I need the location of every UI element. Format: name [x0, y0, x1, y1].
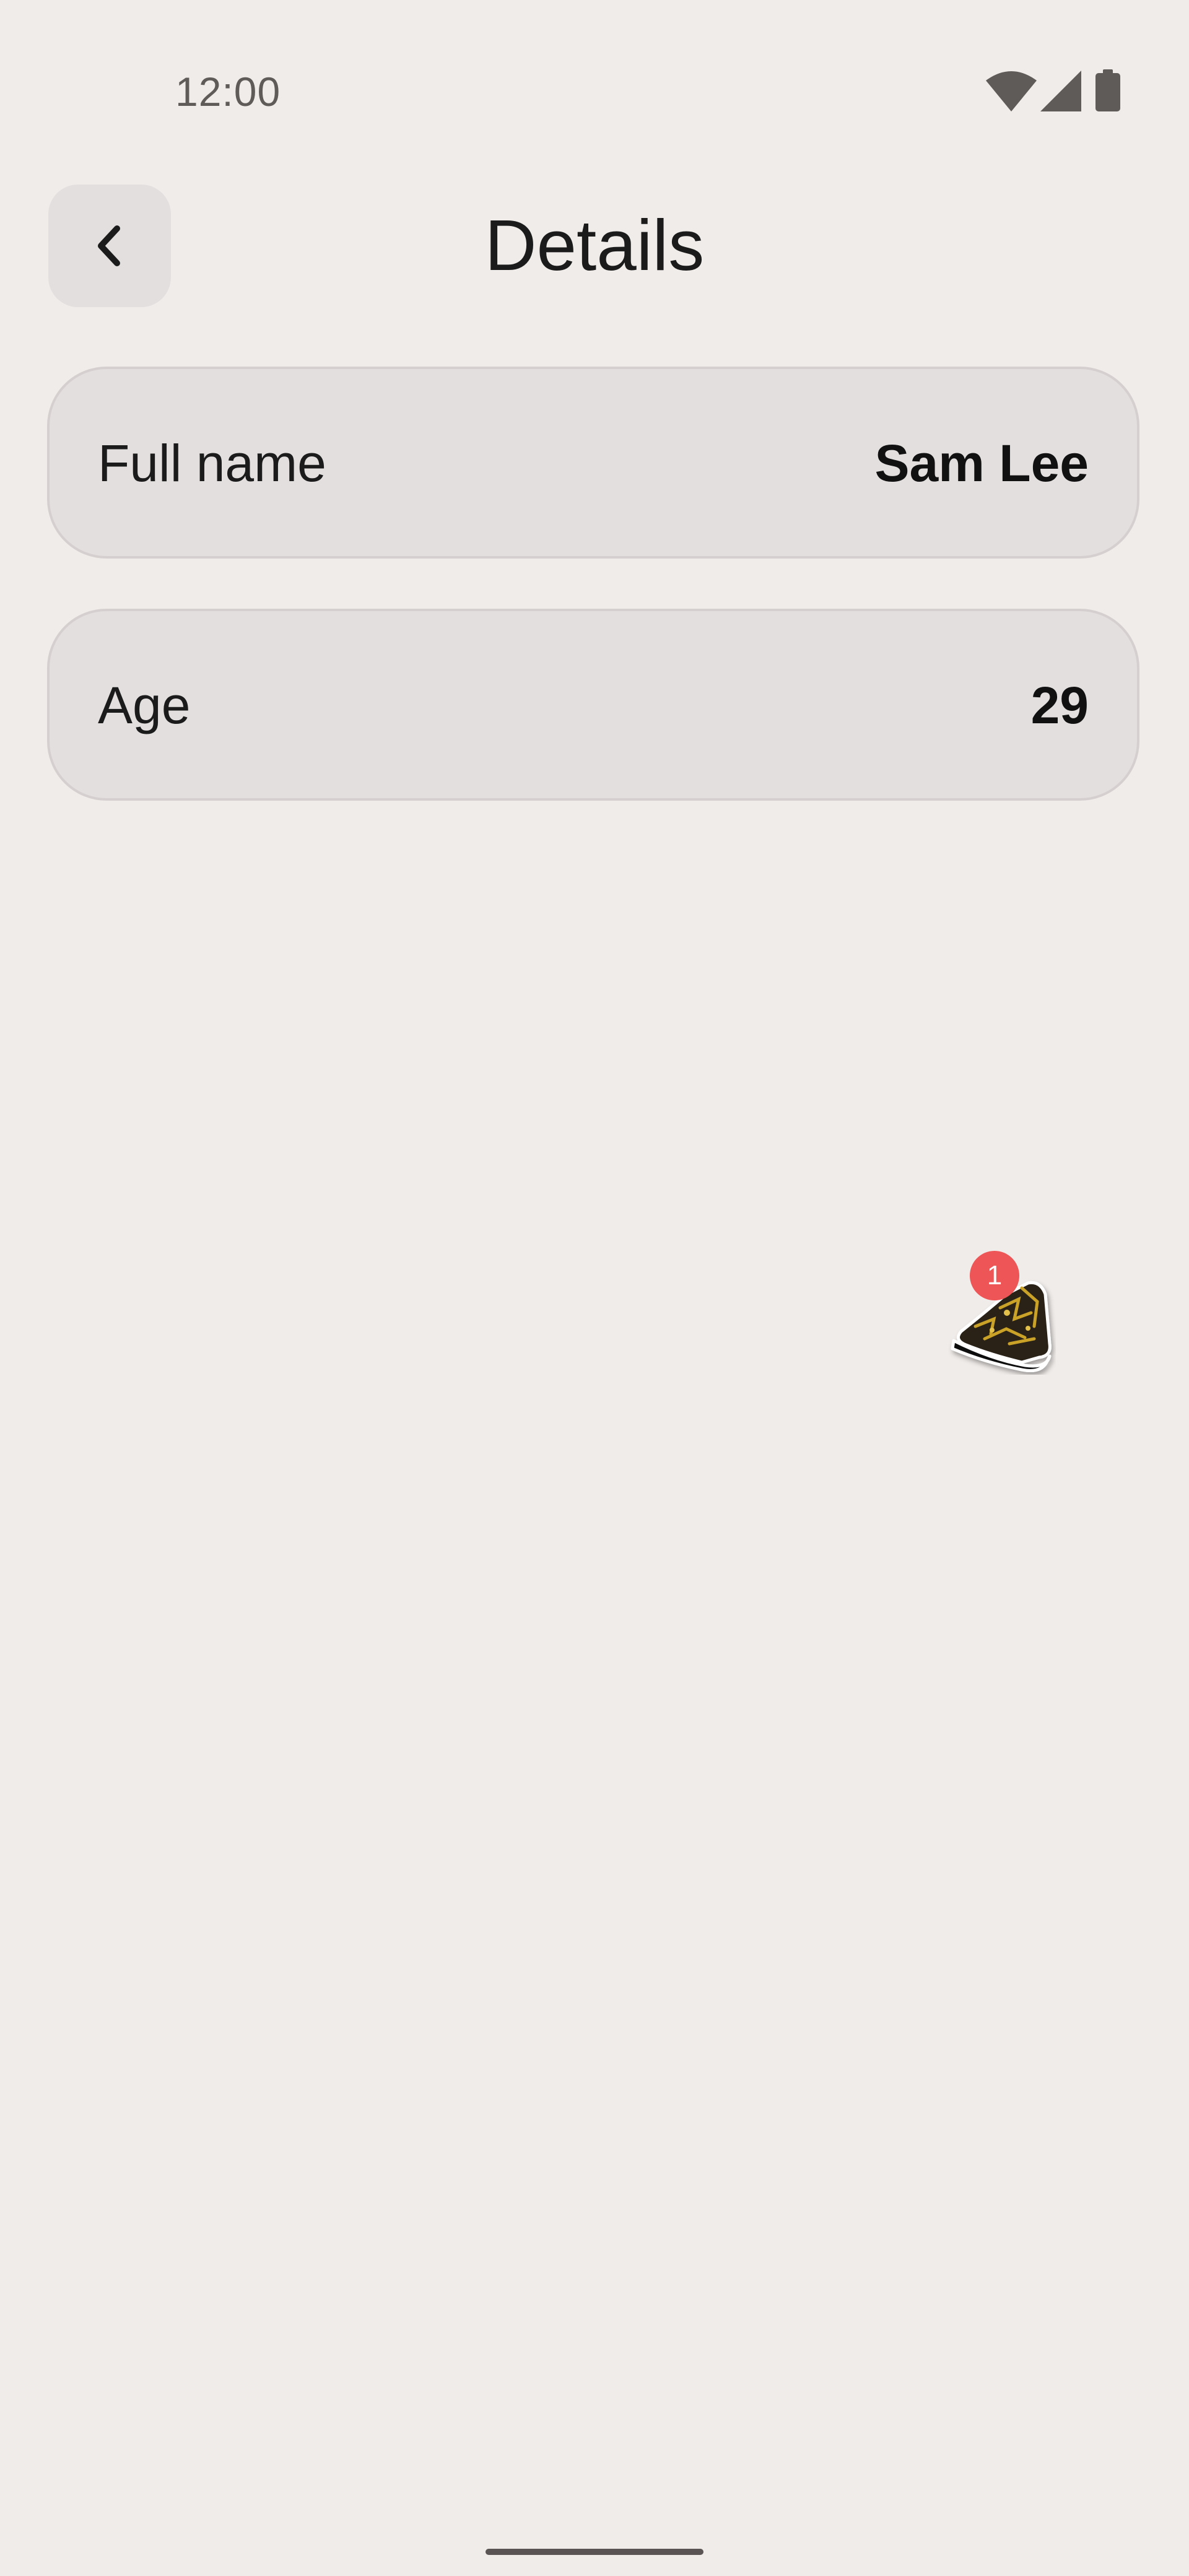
age-label: Age [98, 676, 191, 734]
age-value: 29 [1030, 676, 1089, 734]
home-indicator[interactable] [486, 2549, 703, 2555]
battery-icon [1094, 69, 1121, 113]
full-name-label: Full name [98, 434, 326, 492]
wifi-icon [986, 69, 1037, 113]
full-name-value: Sam Lee [874, 434, 1089, 492]
status-bar: 12:00 [0, 0, 1189, 124]
status-icons [986, 69, 1135, 113]
age-row: Age 29 [47, 609, 1139, 801]
floating-shoe-widget[interactable]: 1 [947, 1251, 1056, 1375]
signal-icon [1040, 69, 1081, 113]
notification-badge: 1 [970, 1251, 1019, 1300]
full-name-row: Full name Sam Lee [47, 367, 1139, 559]
status-time: 12:00 [175, 69, 281, 115]
page-title: Details [484, 205, 705, 285]
top-app-bar: Details [0, 185, 1189, 307]
